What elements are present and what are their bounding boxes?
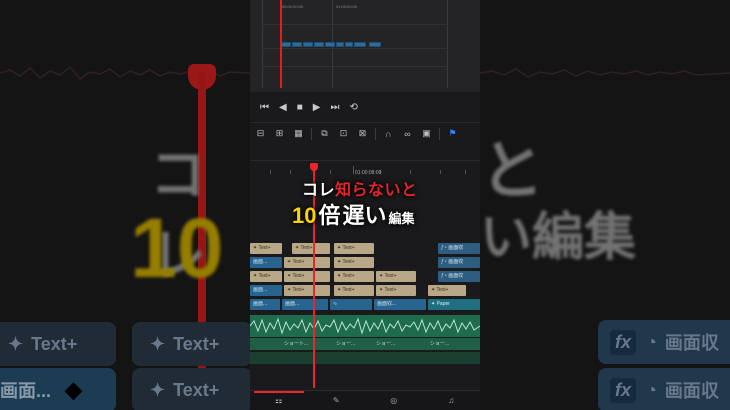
- overlay-title-line-1: コレ知らないと: [302, 182, 418, 199]
- screen-clip[interactable]: ∿: [330, 299, 372, 310]
- audio-waveform: [250, 317, 480, 335]
- insert-clip-icon[interactable]: ⧉: [318, 128, 331, 139]
- mini-clip: [292, 42, 302, 47]
- text-clip[interactable]: ✦ Text+: [334, 285, 374, 296]
- text-clip[interactable]: ✦ Text+: [428, 285, 466, 296]
- screen-clip[interactable]: 画面収...: [374, 299, 426, 310]
- bottom-tab-bar: ⚏ ✎ ◎ ♫: [250, 390, 480, 410]
- ruler-tick: [330, 170, 331, 174]
- viewer-divider: [262, 24, 448, 25]
- paper-clip[interactable]: ✦ Paper: [428, 299, 480, 310]
- snapping-magnet-icon[interactable]: ∩: [382, 129, 395, 139]
- mini-clip: [281, 42, 291, 47]
- background-dim-overlay: [0, 0, 250, 410]
- phone-screen: 00:00:00:00 01:00:00:00 ⏮ ◀ ■ ▶ ⏭ ⟲ ⊟ ⊞ …: [250, 0, 480, 410]
- text-clip[interactable]: ✦ Text+: [250, 271, 282, 282]
- overlay-title-line-2: 10 倍 遅い 編集: [292, 203, 415, 228]
- play-icon[interactable]: ▶: [313, 103, 321, 113]
- audio-track[interactable]: [250, 352, 480, 364]
- color-wheel-icon: ◎: [390, 396, 398, 405]
- viewer-playhead[interactable]: [280, 0, 282, 88]
- toolbar-divider: [375, 127, 376, 140]
- tab-edit[interactable]: ⚏: [250, 391, 308, 410]
- tab-fusion[interactable]: ✎: [308, 391, 366, 410]
- text-clip[interactable]: ✦ Text+: [334, 257, 374, 268]
- timeline-icon: ⚏: [275, 396, 283, 405]
- text-clip[interactable]: ✦ Text+: [334, 271, 374, 282]
- wave-icon: ∿: [333, 301, 338, 307]
- brush-icon: ✎: [332, 396, 340, 405]
- viewer-timecode: 00:00:00:00: [282, 4, 304, 9]
- lock-icon[interactable]: ▣: [420, 128, 433, 139]
- fx-clip[interactable]: ƒ◔ 画面収: [438, 271, 480, 282]
- music-note-icon: ♫: [448, 396, 455, 405]
- tab-fairlight[interactable]: ♫: [423, 391, 481, 410]
- viewer-divider: [262, 66, 448, 67]
- background-dim-overlay: [480, 0, 730, 410]
- blade-icon[interactable]: ▦: [292, 128, 305, 139]
- text-clip[interactable]: ✦ Text+: [376, 271, 416, 282]
- ruler-tick: [465, 170, 466, 174]
- ruler-tick: [410, 170, 411, 174]
- mini-clip: [314, 42, 324, 47]
- ruler-tick: [270, 170, 271, 174]
- ruler-tick: [290, 170, 291, 174]
- stop-icon[interactable]: ■: [297, 103, 303, 113]
- trim-mode-icon[interactable]: ⊟: [254, 128, 267, 139]
- screen-clip[interactable]: 画面...: [250, 285, 282, 296]
- mini-clip: [336, 42, 344, 47]
- screen-clip[interactable]: 画面...: [250, 299, 280, 310]
- ruler-tick: [440, 170, 441, 174]
- text-clip[interactable]: ✦ Text+: [250, 243, 282, 254]
- toolbar-divider: [311, 127, 312, 140]
- timeline-viewer[interactable]: 00:00:00:00 01:00:00:00: [250, 0, 480, 92]
- mini-clip: [325, 42, 335, 47]
- text-clip[interactable]: ✦ Text+: [284, 285, 330, 296]
- mini-clip: [369, 42, 381, 47]
- background-right-panel: と い編集 fx ◔ 画面収 fx ◔ 画面収: [480, 0, 730, 410]
- transport-controls: ⏮ ◀ ■ ▶ ⏭ ⟲: [250, 96, 480, 120]
- fx-clip[interactable]: ƒ◔ 画面収: [438, 243, 480, 254]
- fx-clip[interactable]: ƒ◔ 画面収: [438, 257, 480, 268]
- dynamic-trim-icon[interactable]: ⊞: [273, 128, 286, 139]
- text-clip[interactable]: ✦ Text+: [292, 243, 330, 254]
- mini-clip: [354, 42, 366, 47]
- loop-icon[interactable]: ⟲: [349, 103, 357, 113]
- text-clip[interactable]: ✦ Text+: [334, 243, 374, 254]
- screen-clip[interactable]: 画面...: [282, 299, 328, 310]
- link-icon[interactable]: ∞: [401, 129, 414, 139]
- step-back-icon[interactable]: ◀: [279, 103, 287, 113]
- flag-icon[interactable]: ⚑: [446, 128, 459, 139]
- viewer-divider: [262, 48, 448, 49]
- skip-to-end-icon[interactable]: ⏭: [330, 103, 339, 113]
- text-clip[interactable]: ✦ Text+: [284, 257, 330, 268]
- audio-track[interactable]: ショート... ショー... ショー... ショー...: [250, 338, 480, 350]
- toolbar-divider: [439, 127, 440, 140]
- edit-toolbar: ⊟ ⊞ ▦ ⧉ ⊡ ⊠ ∩ ∞ ▣ ⚑: [250, 122, 480, 144]
- mini-clip: [345, 42, 353, 47]
- viewer-timecode: 01:00:00:00: [336, 4, 358, 9]
- text-clip[interactable]: ✦ Text+: [284, 271, 330, 282]
- mini-clip: [303, 42, 313, 47]
- replace-clip-icon[interactable]: ⊠: [356, 128, 369, 139]
- ruler-tick: [353, 166, 354, 174]
- tab-color[interactable]: ◎: [365, 391, 423, 410]
- overwrite-clip-icon[interactable]: ⊡: [337, 128, 350, 139]
- screenshot-root: コレ 10 ✦ Text+ ✦ Text+ 画面... ◆ ✦ Text+ と …: [0, 0, 730, 410]
- skip-to-start-icon[interactable]: ⏮: [260, 103, 269, 113]
- screen-clip[interactable]: 画面...: [250, 257, 282, 268]
- text-clip[interactable]: ✦ Text+: [376, 285, 416, 296]
- background-left-panel: コレ 10 ✦ Text+ ✦ Text+ 画面... ◆ ✦ Text+: [0, 0, 250, 410]
